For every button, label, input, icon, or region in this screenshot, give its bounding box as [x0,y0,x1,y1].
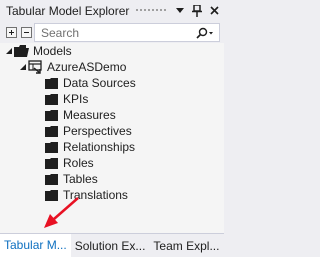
folder-icon [44,92,60,106]
tree-label: KPIs [63,92,89,106]
expand-all-icon[interactable] [6,26,17,38]
tree-node-measures[interactable]: Measures [44,107,116,123]
folder-icon [44,172,60,186]
tree-node-models[interactable]: Models [4,43,72,59]
tool-window-title-bar[interactable]: Tabular Model Explorer [0,0,224,21]
expander-expanded-icon[interactable] [4,48,14,54]
tree-label: Models [33,44,72,58]
folder-open-icon [14,44,30,58]
tabular-model-icon [28,60,44,74]
tree-node-translations[interactable]: Translations [44,187,128,203]
tab-tabular-model-explorer[interactable]: Tabular M... [0,234,71,257]
chevron-down-icon[interactable] [173,4,187,18]
tree-node-perspectives[interactable]: Perspectives [44,123,132,139]
folder-icon [44,124,60,138]
tree-label: Relationships [63,140,136,154]
folder-icon [44,156,60,170]
folder-icon [44,108,60,122]
folder-icon [44,76,60,90]
search-icon[interactable] [195,27,219,39]
tree-node-model[interactable]: AzureASDemo [18,59,126,75]
search-placeholder: Search [41,25,80,40]
tree-label: Measures [63,108,116,122]
tree-node-tables[interactable]: Tables [44,171,98,187]
folder-icon [44,188,60,202]
tree-node-roles[interactable]: Roles [44,155,94,171]
tab-team-explorer[interactable]: Team Expl... [149,234,223,257]
tree-node-kpis[interactable]: KPIs [44,91,88,107]
tree-label: Data Sources [63,76,136,90]
tool-window-tabs: Tabular M... Solution Ex... Team Expl... [0,233,224,257]
tab-solution-explorer[interactable]: Solution Ex... [71,234,150,257]
tree-label: Tables [63,172,98,186]
tree-label: Translations [63,188,128,202]
search-input[interactable]: Search [34,23,220,42]
tree-label: Perspectives [63,124,132,138]
model-tree: Models AzureASDemo Data Sources KPIs Mea… [0,43,224,233]
close-icon[interactable] [207,4,221,18]
tree-node-data-sources[interactable]: Data Sources [44,75,136,91]
window-title: Tabular Model Explorer [6,3,130,18]
drag-grip[interactable] [135,8,167,13]
folder-icon [44,140,60,154]
tree-label: Roles [63,156,94,170]
tree-node-relationships[interactable]: Relationships [44,139,135,155]
collapse-all-icon[interactable] [21,26,32,38]
expander-expanded-icon[interactable] [18,64,28,70]
tree-label: AzureASDemo [47,60,127,74]
pin-icon[interactable] [190,4,204,18]
